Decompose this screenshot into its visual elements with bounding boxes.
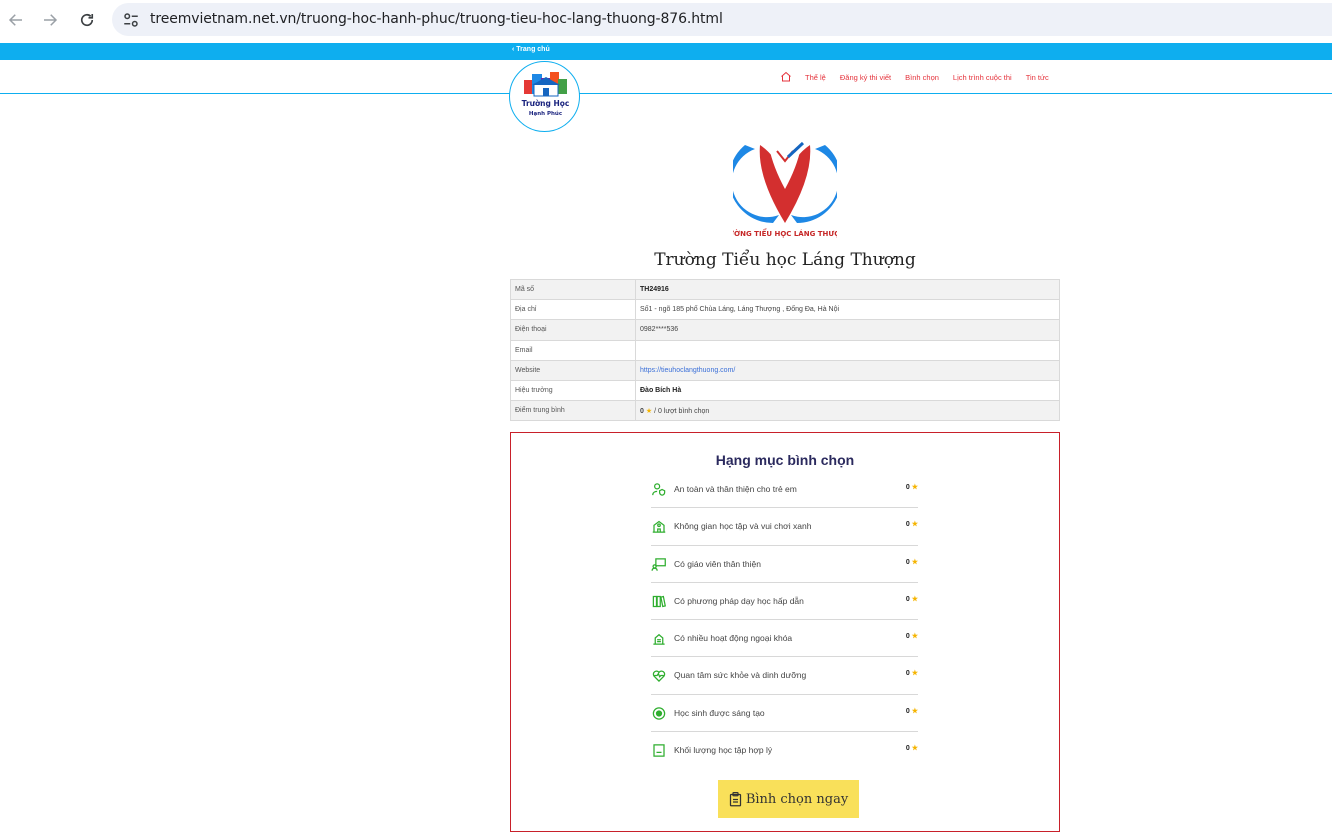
logo-text-line2: Hạnh Phúc (529, 110, 562, 117)
value-address: Số1 - ngõ 185 phố Chùa Láng, Láng Thượng… (635, 299, 1060, 321)
teacher-board-icon (651, 557, 666, 571)
url-text: treemvietnam.net.vn/truong-hoc-hanh-phuc… (150, 11, 723, 27)
criterion-score: 0 ★ (905, 670, 918, 678)
label-phone: Điện thoại (510, 319, 636, 341)
heart-pulse-icon (652, 670, 666, 683)
table-row: Địa chỉ Số1 - ngõ 185 phố Chùa Láng, Lán… (510, 299, 1060, 321)
criterion-label: Không gian học tập và vui chơi xanh (674, 521, 812, 532)
criterion-score: 0 ★ (905, 707, 918, 715)
label-email: Email (510, 339, 636, 361)
school-building-icon (652, 521, 666, 534)
label-average-score: Điểm trung bình (510, 400, 636, 422)
label-code: Mã số (510, 278, 636, 301)
menu-item-news[interactable]: Tin tức (1026, 73, 1049, 82)
vote-count: / 0 lượt bình chọn (654, 407, 710, 415)
main-menu: Thể lệ Đăng ký thi viết Bình chọn Lịch t… (780, 71, 1063, 83)
school-info-table: Mã số TH24916 Địa chỉ Số1 - ngõ 185 phố … (510, 278, 1060, 422)
site-logo[interactable]: Trường Học Hạnh Phúc (509, 61, 580, 132)
label-address: Địa chỉ (510, 299, 636, 321)
home-icon[interactable] (780, 71, 792, 83)
label-principal: Hiệu trưởng (510, 379, 636, 402)
criterion-score: 0 ★ (905, 595, 918, 603)
criterion-item[interactable]: An toàn và thân thiện cho trẻ em 0 ★ (651, 471, 918, 509)
address-bar[interactable]: treemvietnam.net.vn/truong-hoc-hanh-phuc… (112, 3, 1332, 36)
criterion-label: An toàn và thân thiện cho trẻ em (674, 484, 797, 494)
tablet-icon (653, 744, 665, 757)
criterion-label: Quan tâm sức khỏe và dinh dưỡng (674, 670, 807, 681)
browser-toolbar: treemvietnam.net.vn/truong-hoc-hanh-phuc… (0, 0, 1332, 40)
average-score: 0 (640, 407, 644, 415)
top-bar: ‹ Trang chủ (0, 43, 1332, 60)
value-average-score: 0 ★ / 0 lượt bình chọn (635, 400, 1060, 422)
value-email (635, 339, 1060, 361)
criterion-score: 0 ★ (905, 633, 918, 641)
back-arrow-icon[interactable] (4, 8, 28, 32)
table-row: Điểm trung bình 0 ★ / 0 lượt bình chọn (510, 400, 1060, 422)
table-row: Hiệu trưởng Đào Bích Hà (510, 379, 1060, 402)
criteria-list: An toàn và thân thiện cho trẻ em 0 ★ Khô… (651, 471, 918, 769)
user-shield-icon (652, 483, 666, 496)
logo-text-line1: Trường Học (522, 99, 570, 108)
criterion-score: 0 ★ (905, 745, 918, 753)
header-divider (0, 93, 1332, 94)
criterion-item[interactable]: Có giáo viên thân thiện 0 ★ (651, 546, 918, 583)
activity-icon (653, 634, 665, 645)
label-website: Website (510, 359, 636, 381)
star-icon: ★ (911, 521, 918, 529)
vote-now-label: Bình chọn ngay (745, 791, 849, 807)
value-code: TH24916 (635, 278, 1060, 301)
menu-item-schedule[interactable]: Lịch trình cuộc thi (953, 73, 1012, 82)
table-row: Điện thoại 0982****536 (510, 319, 1060, 341)
table-row: Mã số TH24916 (510, 278, 1060, 301)
criterion-item[interactable]: Có nhiều hoạt động ngoại khóa 0 ★ (651, 620, 918, 658)
school-name: Trường Tiểu học Láng Thượng (654, 250, 916, 270)
voting-panel: Hạng mục bình chọn An toàn và thân thiện… (510, 432, 1060, 832)
star-icon: ★ (911, 633, 918, 641)
vote-now-button[interactable]: Bình chọn ngay (718, 780, 859, 818)
clipboard-icon (729, 791, 741, 806)
criterion-label: Có giáo viên thân thiện (674, 558, 761, 569)
table-row: Email (510, 339, 1060, 361)
emblem-text: TRƯỜNG TIỂU HỌC LÁNG THƯỢNG (733, 228, 837, 238)
site-settings-icon[interactable] (122, 11, 140, 29)
website-link[interactable]: https://tieuhoclangthuong.com/ (640, 367, 735, 374)
criterion-score: 0 ★ (905, 521, 918, 529)
voting-title: Hạng mục bình chọn (715, 452, 855, 468)
value-phone: 0982****536 (635, 319, 1060, 341)
star-icon: ★ (911, 670, 918, 678)
star-icon: ★ (911, 558, 918, 566)
value-website-cell: https://tieuhoclangthuong.com/ (635, 359, 1060, 381)
criterion-item[interactable]: Khối lượng học tập hợp lý 0 ★ (651, 732, 918, 769)
criterion-label: Khối lượng học tập hợp lý (674, 745, 773, 756)
criterion-label: Có nhiều hoạt động ngoại khóa (674, 633, 793, 644)
criterion-item[interactable]: Có phương pháp dạy học hấp dẫn 0 ★ (651, 583, 918, 621)
target-icon (652, 707, 666, 720)
school-emblem: TRƯỜNG TIỂU HỌC LÁNG THƯỢNG (718, 137, 852, 243)
value-principal: Đào Bích Hà (635, 379, 1060, 402)
reload-icon[interactable] (75, 8, 99, 32)
criterion-label: Có phương pháp dạy học hấp dẫn (674, 595, 804, 606)
menu-item-rules[interactable]: Thể lệ (805, 73, 826, 82)
menu-item-register[interactable]: Đăng ký thi viết (840, 73, 891, 82)
forward-arrow-icon[interactable] (38, 8, 62, 32)
books-icon (652, 595, 666, 608)
star-icon: ★ (911, 595, 918, 603)
star-icon: ★ (911, 484, 918, 491)
menu-item-vote[interactable]: Bình chọn (905, 73, 939, 82)
criterion-label: Học sinh được sáng tạo (674, 707, 765, 718)
table-row: Website https://tieuhoclangthuong.com/ (510, 359, 1060, 381)
criterion-score: 0 ★ (905, 484, 918, 491)
criterion-item[interactable]: Học sinh được sáng tạo 0 ★ (651, 695, 918, 733)
criterion-item[interactable]: Không gian học tập và vui chơi xanh 0 ★ (651, 508, 918, 546)
star-icon: ★ (911, 707, 918, 715)
back-home-link[interactable]: ‹ Trang chủ (512, 46, 550, 53)
criterion-score: 0 ★ (905, 558, 918, 566)
star-icon: ★ (645, 407, 653, 415)
criterion-item[interactable]: Quan tâm sức khỏe và dinh dưỡng 0 ★ (651, 657, 918, 695)
star-icon: ★ (911, 745, 918, 753)
